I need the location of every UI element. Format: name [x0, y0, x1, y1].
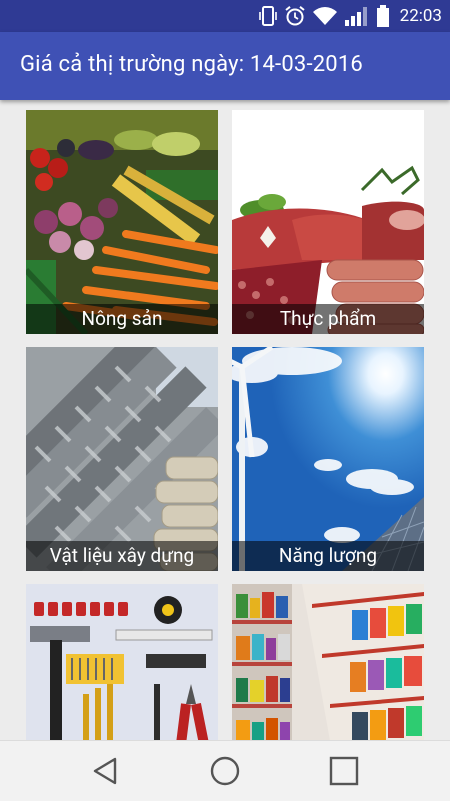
page-title: Giá cả thị trường ngày: 14-03-2016 [20, 52, 363, 77]
construction-materials-image [26, 347, 218, 571]
category-label: Thực phẩm [232, 304, 424, 334]
signal-icon [344, 7, 367, 26]
tools-image [26, 584, 218, 740]
status-time: 22:03 [399, 6, 442, 26]
navigation-bar [0, 740, 450, 801]
category-tile-food[interactable]: Thực phẩm [232, 110, 424, 334]
store-shelves-image [232, 584, 424, 740]
wifi-icon [312, 7, 337, 25]
category-tile-agriculture[interactable]: Nông sản [26, 110, 218, 334]
category-label: Nông sản [26, 304, 218, 334]
recents-icon[interactable] [328, 755, 360, 787]
vegetables-image [26, 110, 218, 334]
back-icon[interactable] [90, 755, 122, 787]
category-tile-construction-materials[interactable]: Vật liệu xây dựng [26, 347, 218, 571]
meat-image [232, 110, 424, 334]
alarm-icon [285, 6, 305, 26]
category-tile-tools[interactable] [26, 584, 218, 740]
energy-image [232, 347, 424, 571]
battery-icon [376, 5, 389, 27]
status-bar: 22:03 [0, 0, 450, 32]
category-tile-consumer-goods[interactable] [232, 584, 424, 740]
vibrate-icon [258, 6, 277, 26]
category-label: Năng lượng [232, 541, 424, 571]
category-label: Vật liệu xây dựng [26, 541, 218, 571]
home-icon[interactable] [209, 755, 241, 787]
category-tile-energy[interactable]: Năng lượng [232, 347, 424, 571]
app-bar: Giá cả thị trường ngày: 14-03-2016 [0, 32, 450, 100]
category-grid: Nông sản Thực phẩm Vật liệu xây dựng Năn… [0, 100, 450, 740]
